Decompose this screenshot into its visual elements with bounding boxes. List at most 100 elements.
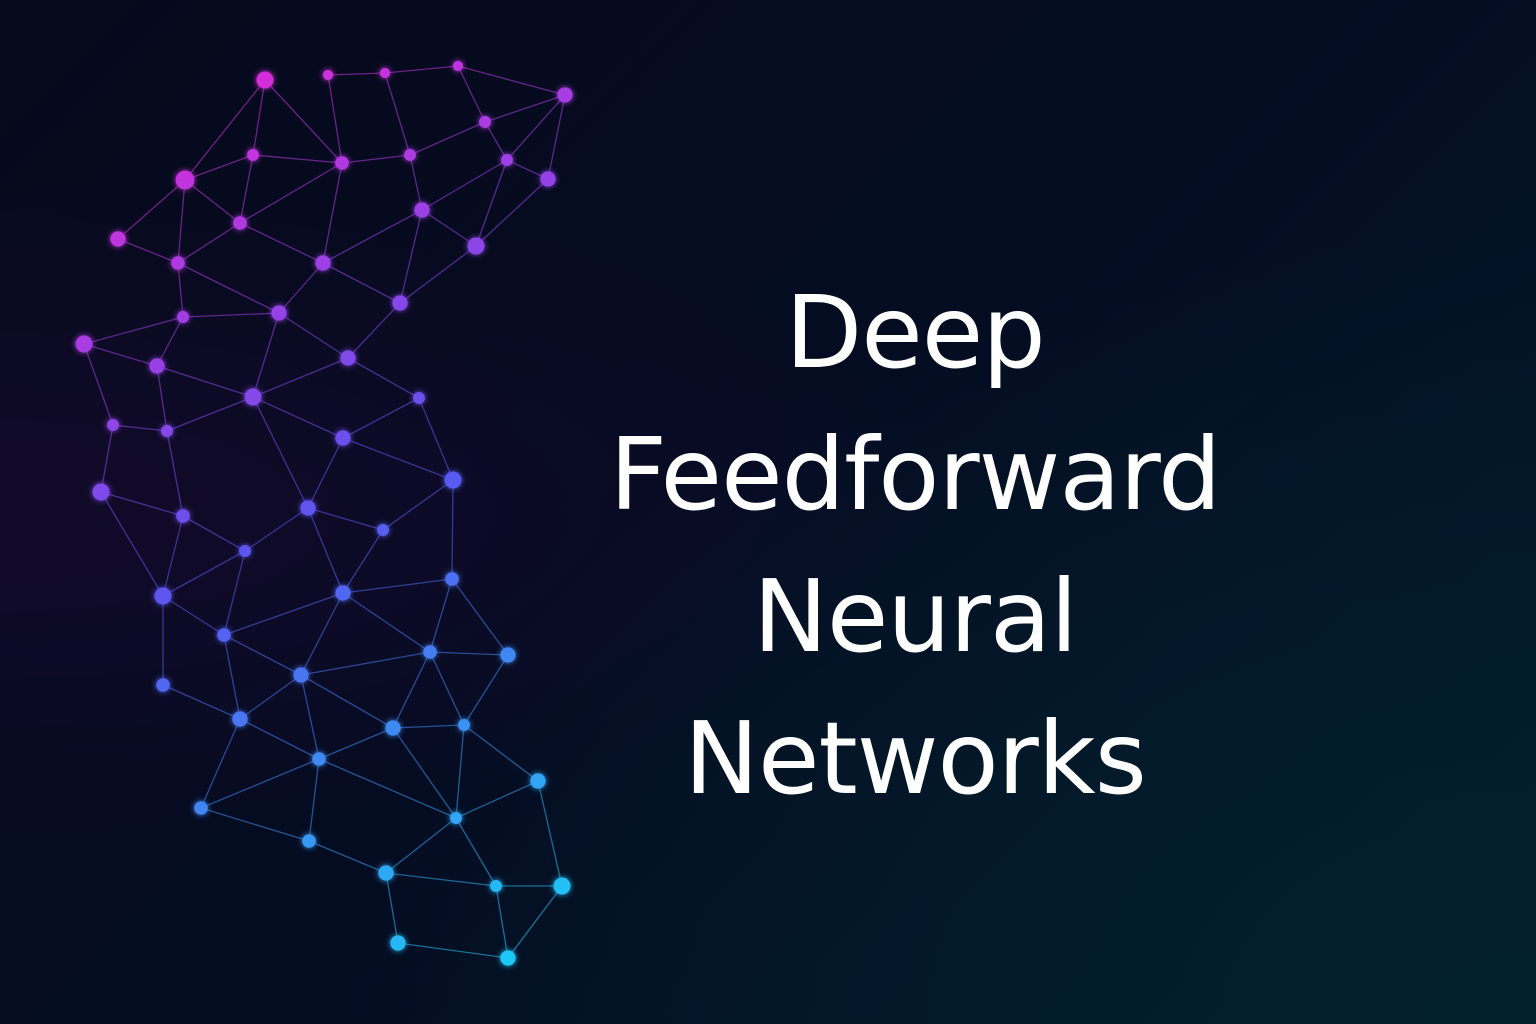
network-edge	[300, 651, 431, 676]
network-node	[540, 171, 556, 187]
network-edge	[322, 162, 343, 264]
page-title: Deep Feedforward Neural Networks	[520, 262, 1310, 830]
network-edge	[347, 357, 420, 399]
network-edge	[507, 885, 563, 959]
network-edge	[342, 529, 384, 594]
network-node	[271, 305, 287, 321]
network-edge	[341, 154, 411, 164]
network-edge	[347, 302, 401, 359]
network-edge	[392, 724, 465, 729]
network-node	[423, 645, 437, 659]
network-node	[377, 524, 389, 536]
network-edge	[239, 718, 320, 760]
network-edge	[429, 651, 509, 656]
network-edge	[429, 651, 465, 726]
network-edge	[223, 634, 241, 720]
network-node	[156, 678, 170, 692]
network-edge	[308, 840, 387, 874]
network-edge	[457, 65, 486, 123]
network-node	[335, 585, 351, 601]
network-edge	[83, 316, 184, 345]
network-edge	[182, 312, 280, 318]
network-node	[161, 425, 173, 437]
network-edge	[278, 312, 349, 359]
network-edge	[117, 179, 186, 240]
network-node	[450, 812, 462, 824]
network-node	[239, 545, 251, 557]
network-edge	[166, 396, 254, 432]
network-edge	[239, 222, 324, 264]
network-edge	[455, 724, 465, 819]
network-edge	[475, 159, 508, 247]
network-node	[244, 388, 262, 406]
network-node	[444, 471, 462, 489]
network-edge	[252, 396, 344, 439]
network-edge	[300, 674, 320, 760]
network-node	[479, 116, 491, 128]
network-node	[217, 628, 231, 642]
network-edge	[385, 817, 457, 874]
network-edge	[239, 674, 302, 720]
network-edge	[156, 365, 254, 398]
network-edge	[223, 550, 246, 636]
network-node	[467, 237, 485, 255]
network-edge	[547, 94, 566, 180]
title-line-2: Feedforward	[609, 416, 1222, 533]
network-edge	[385, 872, 497, 887]
network-edge	[162, 515, 184, 597]
network-edge	[384, 65, 459, 74]
network-edge	[308, 758, 320, 842]
network-edge	[184, 179, 241, 224]
network-edge	[83, 343, 114, 426]
network-node	[75, 335, 93, 353]
network-node	[107, 419, 119, 431]
network-edge	[451, 578, 509, 656]
network-node	[452, 60, 464, 72]
network-edge	[307, 507, 344, 594]
network-node	[322, 69, 334, 81]
network-node	[390, 935, 406, 951]
network-edge	[342, 578, 453, 594]
network-node	[256, 71, 274, 89]
network-edge	[177, 262, 280, 314]
network-node	[177, 311, 189, 323]
network-edge	[397, 942, 509, 959]
title-line-4: Networks	[684, 700, 1147, 817]
network-node	[335, 156, 349, 170]
network-edge	[342, 592, 431, 653]
network-edge	[409, 121, 486, 156]
network-node	[149, 358, 165, 374]
network-edge	[177, 179, 186, 264]
network-edge	[307, 507, 384, 531]
network-node	[110, 231, 126, 247]
network-node	[176, 509, 190, 523]
network-edge	[162, 550, 246, 597]
network-edge	[278, 262, 324, 314]
network-edge	[457, 65, 566, 96]
network-edge	[162, 684, 241, 720]
network-node	[92, 483, 110, 501]
network-edge	[318, 727, 394, 760]
network-node	[501, 154, 513, 166]
network-edge	[200, 807, 310, 842]
network-edge	[342, 437, 454, 481]
network-edge	[252, 357, 349, 398]
network-edge	[252, 154, 343, 164]
network-node	[404, 149, 416, 161]
network-edge	[342, 397, 420, 439]
network-edge	[239, 162, 343, 224]
network-edge	[385, 872, 399, 944]
network-edge	[156, 316, 184, 367]
network-edge	[182, 515, 246, 552]
network-edge	[327, 72, 386, 76]
network-node	[413, 392, 425, 404]
network-edge	[418, 397, 454, 481]
network-node	[379, 67, 391, 79]
network-node	[445, 572, 459, 586]
network-node	[312, 752, 326, 766]
network-edge	[429, 578, 453, 653]
network-node	[232, 711, 248, 727]
network-edge	[252, 396, 309, 509]
network-edge	[322, 262, 401, 304]
network-node	[490, 880, 502, 892]
